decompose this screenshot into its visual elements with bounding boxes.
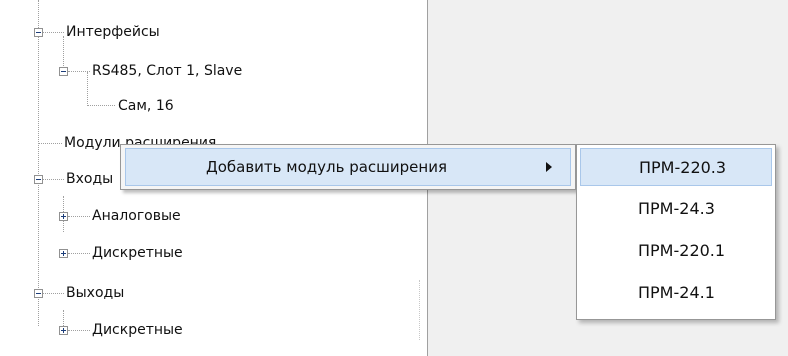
submenu-arrow-icon — [546, 162, 552, 172]
expansion-module-submenu: ПРМ-220.3 ПРМ-24.3 ПРМ-220.1 ПРМ-24.1 — [576, 144, 776, 320]
submenu-item-label: ПРМ-220.1 — [638, 241, 726, 260]
tree-node-inputs-discrete[interactable]: Дискретные — [92, 244, 183, 262]
tree-node-rs485[interactable]: RS485, Слот 1, Slave — [92, 62, 242, 80]
submenu-item-prm-24-1[interactable]: ПРМ-24.1 — [580, 274, 772, 312]
submenu-item-label: ПРМ-220.3 — [639, 158, 727, 177]
expand-icon[interactable] — [59, 212, 68, 221]
submenu-item-label: ПРМ-24.1 — [638, 283, 715, 302]
tree-connector — [68, 216, 90, 217]
tree-guide-line — [87, 72, 88, 106]
tree-node-outputs-discrete[interactable]: Дискретные — [92, 321, 183, 339]
tree-guide-line — [63, 36, 64, 68]
tree-connector — [38, 143, 62, 144]
collapse-icon[interactable] — [59, 67, 68, 76]
submenu-item-prm-220-3[interactable]: ПРМ-220.3 — [580, 148, 772, 186]
expand-icon[interactable] — [59, 326, 68, 335]
tree-node-interfaces[interactable]: Интерфейсы — [66, 23, 160, 41]
splitter-grip[interactable] — [419, 280, 421, 340]
tree-connector — [87, 105, 115, 106]
menu-item-label: Добавить модуль расширения — [206, 158, 447, 176]
tree-node-inputs[interactable]: Входы — [66, 170, 113, 188]
collapse-icon[interactable] — [34, 289, 43, 298]
add-expansion-module-menu-item[interactable]: Добавить модуль расширения — [125, 148, 571, 186]
tree-connector — [68, 330, 90, 331]
collapse-icon[interactable] — [34, 28, 43, 37]
submenu-item-label: ПРМ-24.3 — [638, 199, 715, 218]
tree-node-analog[interactable]: Аналоговые — [92, 207, 181, 225]
collapse-icon[interactable] — [34, 175, 43, 184]
context-menu: Добавить модуль расширения — [120, 144, 576, 190]
expand-icon[interactable] — [59, 249, 68, 258]
tree-guide-line — [38, 0, 39, 326]
tree-node-outputs[interactable]: Выходы — [66, 284, 124, 302]
tree-connector — [68, 71, 90, 72]
submenu-item-prm-220-1[interactable]: ПРМ-220.1 — [580, 232, 772, 270]
tree-connector — [42, 179, 64, 180]
tree-connector — [42, 293, 64, 294]
tree-connector — [68, 253, 90, 254]
tree-node-self[interactable]: Сам, 16 — [118, 97, 174, 115]
tree-connector — [42, 32, 64, 33]
submenu-item-prm-24-3[interactable]: ПРМ-24.3 — [580, 190, 772, 228]
